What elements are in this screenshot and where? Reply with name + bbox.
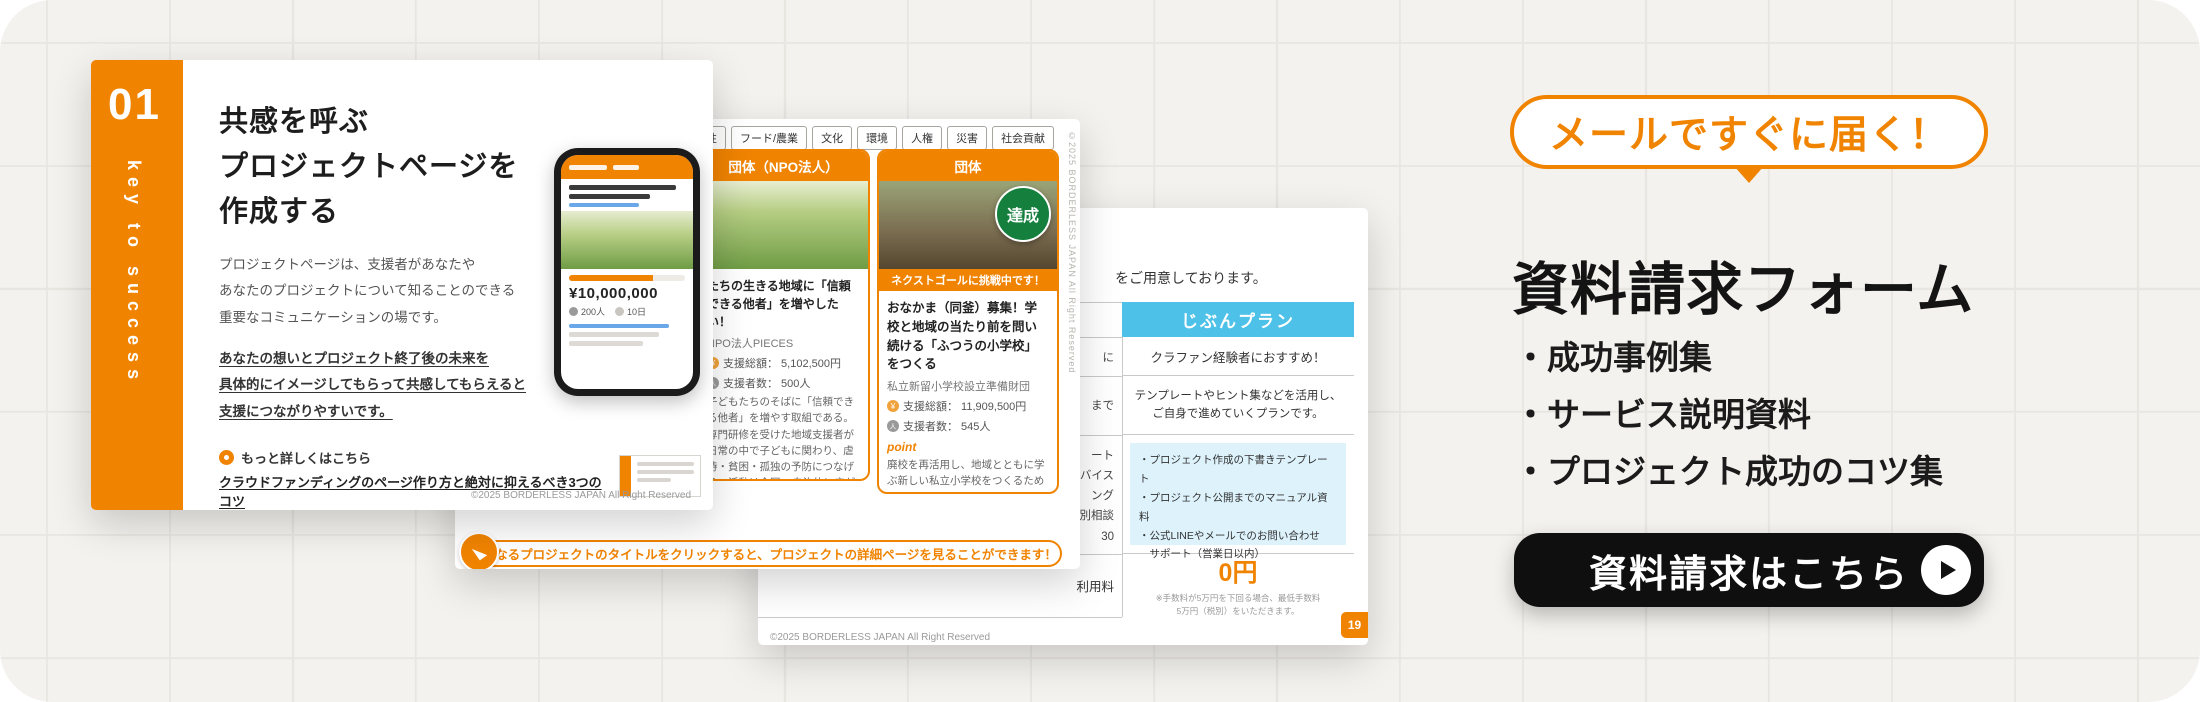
document-list: ・成功事例集 ・サービス説明資料 ・プロジェクト成功のコツ集 xyxy=(1514,330,1943,500)
plan-price-cell: 0円 ※手数料が5万円を下回る場合、最低手数料 5万円（税別）をいただきます。 xyxy=(1122,554,1354,617)
slide-emphasis: あなたの想いとプロジェクト終了後の未来を 具体的にイメージしてもらって共感しても… xyxy=(219,351,526,419)
project-org: 私立新留小学校設立準備財団 xyxy=(887,381,1030,393)
days-left-stat: 10日 xyxy=(615,305,646,318)
project-card-npo: 団体（NPO法人） たちの生きる地域に「信頼 できる他者」を増やしたい！ NPO… xyxy=(697,149,870,481)
page-title: 資料請求フォーム xyxy=(1512,258,1975,322)
arrow-right-icon xyxy=(1941,561,1956,579)
phone-screen: ¥10,000,000 200人 10日 xyxy=(561,155,693,389)
plan-description-cell: テンプレートやヒント集などを活用し、 ご自身で進めていくプランです。 xyxy=(1122,376,1354,435)
slide-footer-copyright: ©2025 BORDERLESS JAPAN All Right Reserve… xyxy=(471,490,692,501)
category-tab: 文化 xyxy=(812,126,853,150)
supporters-stat: 200人 xyxy=(569,305,605,318)
plan-feature: ・プロジェクト公開までのマニュアル資料 xyxy=(1139,491,1328,523)
category-tab: 人権 xyxy=(902,126,943,150)
link-placeholder xyxy=(569,203,639,207)
arrow-circle xyxy=(1921,545,1971,595)
category-tab: 環境 xyxy=(857,126,898,150)
progress-bar xyxy=(569,275,685,281)
plan-features-box: ・プロジェクト作成の下書きテンプレート ・プロジェクト公開までのマニュアル資料 … xyxy=(1130,443,1346,560)
partial-sentence: をご用意しております。 xyxy=(1115,270,1267,286)
category-tabs: 性 フード/農業 文化 環境 人権 災害 社会貢献 xyxy=(697,126,1055,150)
hint-banner: 気になるプロジェクトのタイトルをクリックすると、プロジェクトの詳細ページを見るこ… xyxy=(465,540,1062,567)
table-divider xyxy=(758,617,1122,618)
slide-body: プロジェクトページは、支援者があなたや あなたのプロジェクトについて知ることので… xyxy=(219,257,516,325)
link-placeholder xyxy=(569,324,669,328)
category-tab: フード/農業 xyxy=(731,126,808,150)
plan-price-note: ※手数料が5万円を下回る場合、最低手数料 5万円（税別）をいただきます。 xyxy=(1155,593,1321,616)
slide-title: 共感を呼ぶ プロジェクトページを 作成する xyxy=(219,106,519,228)
project-supporters: 支援者数： 545人 xyxy=(903,421,991,433)
achieved-badge: 達成 xyxy=(995,186,1051,242)
card-header: 団体 xyxy=(879,151,1057,181)
slide-key-to-success: 01 key to success 共感を呼ぶ プロジェクトページを 作成する … xyxy=(91,60,713,510)
project-supporters: 支援者数： 500人 xyxy=(723,378,811,390)
click-icon xyxy=(459,532,499,569)
category-tab: 社会貢献 xyxy=(992,126,1055,150)
location-pin-icon xyxy=(219,450,234,465)
cta-label: 資料請求はこちら xyxy=(1588,553,1909,596)
project-total: 支援総額： 11,909,500円 xyxy=(903,401,1027,413)
document-list-item: ・成功事例集 xyxy=(1514,339,1712,376)
text-placeholder xyxy=(569,194,651,199)
project-title: おなかま（同釜）募集！学校と地域の当たり前を問い続ける「ふつうの小学校」をつくる xyxy=(887,301,1038,372)
next-goal-strip: ネクストゴールに挑戦中です！ xyxy=(879,269,1057,291)
project-org: NPO法人PIECES xyxy=(707,338,794,350)
plan-recommend-cell: クラファン経験者におすすめ！ xyxy=(1122,337,1354,376)
page-number-tab: 19 xyxy=(1341,612,1368,638)
text-placeholder xyxy=(569,341,644,346)
plan-features-cell: ・プロジェクト作成の下書きテンプレート ・プロジェクト公開までのマニュアル資料 … xyxy=(1122,435,1354,560)
cursor-icon xyxy=(471,543,487,561)
more-info-row: もっと詳しくはこちら xyxy=(219,448,371,467)
slide-copyright-vertical: ©2025 BORDERLESS JAPAN All Right Reserve… xyxy=(1067,131,1077,374)
text-placeholder xyxy=(569,185,676,190)
project-title: たちの生きる地域に「信頼 できる他者」を増やしたい！ xyxy=(707,279,851,329)
project-photo xyxy=(699,181,868,269)
project-photo-thumbnail xyxy=(561,211,693,269)
document-list-item: ・プロジェクト成功のコツ集 xyxy=(1514,452,1943,490)
more-info-label: もっと詳しくはこちら xyxy=(241,451,372,466)
project-total: 支援総額： 5,102,500円 xyxy=(723,358,841,370)
raised-amount: ¥10,000,000 xyxy=(569,285,658,302)
coin-icon xyxy=(887,400,899,412)
category-tab: 災害 xyxy=(947,126,988,150)
project-description: 子どもたちのそばに「信頼できる他者」を増やす取組である。専門研修を受けた地域支援… xyxy=(707,396,855,479)
plan-feature: ・プロジェクト作成の下書きテンプレート xyxy=(1139,454,1328,485)
phone-mockup: ¥10,000,000 200人 10日 xyxy=(554,148,700,396)
point-label: point xyxy=(887,440,917,454)
request-documents-button[interactable]: 資料請求はこちら xyxy=(1514,533,1984,607)
project-card-school: 団体 達成 ネクストゴールに挑戦中です！ おなかま（同釜）募集！学校と地域の当た… xyxy=(877,149,1059,494)
table-row-label-fee: 利用料 xyxy=(1076,580,1114,594)
person-icon xyxy=(887,420,899,432)
supporters-icon xyxy=(569,307,578,316)
text-placeholder xyxy=(569,332,660,337)
slide-footer-copyright: ©2025 BORDERLESS JAPAN All Right Reserve… xyxy=(770,632,991,643)
mail-delivery-pill: メールですぐに届く！ xyxy=(1510,95,1988,169)
project-description: 廃校を再活用し、地域とともに学ぶ新しい私立小学校をつくるためにクラウドファンディ… xyxy=(887,459,1045,492)
project-photo: 達成 xyxy=(879,181,1057,269)
slide-number: 01 xyxy=(108,80,161,129)
phone-app-header xyxy=(561,155,693,179)
plan-feature: ・公式LINEやメールでのお問い合わせ xyxy=(1139,529,1320,542)
plan-price: 0円 xyxy=(1218,559,1258,588)
sidebar-vertical-text: key to success xyxy=(124,160,144,387)
promo-banner: をご用意しております。 に まで ート バイス ング 別相談 30 利用料 じぶ… xyxy=(0,0,2200,702)
clock-icon xyxy=(615,307,625,316)
document-list-item: ・サービス説明資料 xyxy=(1514,395,1811,433)
card-header: 団体（NPO法人） xyxy=(699,151,868,181)
plan-column-header: じぶんプラン xyxy=(1122,302,1354,337)
